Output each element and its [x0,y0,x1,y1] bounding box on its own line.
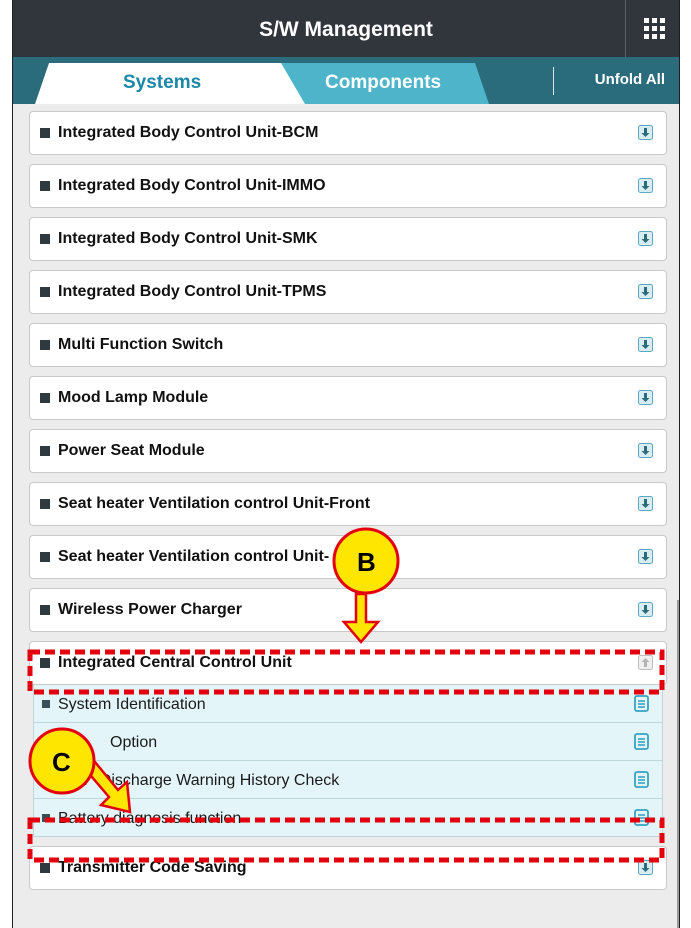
list-item-label: Wireless Power Charger [58,601,242,618]
grid-icon[interactable] [644,18,665,39]
list-item-label: Multi Function Switch [58,336,224,353]
bullet-icon [40,393,50,403]
bullet-icon [40,234,50,244]
list-item-label: Integrated Body Control Unit-IMMO [58,177,326,194]
sub-item[interactable]: Batt Discharge Warning History Check [33,761,663,799]
list-item[interactable]: Integrated Body Control Unit-IMMO [29,164,667,208]
list-item[interactable]: Integrated Body Control Unit-SMK [29,217,667,261]
document-icon[interactable] [634,695,649,712]
list-item-label: Mood Lamp Module [58,389,209,406]
list-item-label: Integrated Body Control Unit-TPMS [58,283,327,300]
sub-item-label: Option [110,734,158,751]
download-icon[interactable] [638,602,653,617]
tab-components[interactable]: Components [325,72,441,94]
download-icon[interactable] [638,443,653,458]
list-item-label: Integrated Central Control Unit [58,654,292,671]
sub-item-label: Batt Discharge Warning History Check [58,772,340,789]
sub-list: System Identification Option Batt Discha… [29,685,667,837]
bullet-icon [42,700,50,708]
download-icon[interactable] [638,125,653,140]
list-item-label: Transmitter Code Saving [58,859,247,876]
document-icon[interactable] [634,809,649,826]
document-icon[interactable] [634,733,649,750]
document-icon[interactable] [634,771,649,788]
app-frame: S/W Management Systems Components Unfold… [12,0,680,928]
list-item[interactable]: Mood Lamp Module [29,376,667,420]
sub-item[interactable]: System Identification [33,685,663,723]
download-icon[interactable] [638,390,653,405]
download-icon[interactable] [638,496,653,511]
list-item[interactable]: Power Seat Module [29,429,667,473]
collapse-icon[interactable] [638,655,653,670]
bullet-icon [40,128,50,138]
tab-bar: Systems Components Unfold All [13,57,679,104]
bullet-icon [40,181,50,191]
bullet-icon [40,446,50,456]
list-item[interactable]: Transmitter Code Saving [29,846,667,890]
list-item-expanded[interactable]: Integrated Central Control Unit [29,641,667,685]
top-header: S/W Management [13,0,679,57]
tab-systems[interactable]: Systems [123,72,201,94]
list-item-label: Integrated Body Control Unit-SMK [58,230,318,247]
header-divider [625,0,626,57]
sub-item-label: System Identification [58,696,206,713]
list-item-label: Seat heater Ventilation control Unit- [58,548,330,565]
bullet-icon [42,814,50,822]
bullet-icon [40,287,50,297]
unfold-all-button[interactable]: Unfold All [595,71,665,88]
list-item[interactable]: Multi Function Switch [29,323,667,367]
download-icon[interactable] [638,231,653,246]
list-item[interactable]: Integrated Body Control Unit-TPMS [29,270,667,314]
list-item[interactable]: Seat heater Ventilation control Unit-Fro… [29,482,667,526]
scrollbar[interactable] [677,600,679,928]
systems-list: Integrated Body Control Unit-BCM Integra… [29,111,667,899]
list-item[interactable]: Integrated Body Control Unit-BCM [29,111,667,155]
download-icon[interactable] [638,337,653,352]
bullet-icon [40,863,50,873]
bullet-icon [40,340,50,350]
bullet-icon [42,738,50,746]
sub-item-label: Battery diagnosis function [58,810,242,827]
bullet-icon [40,499,50,509]
list-item-label: Power Seat Module [58,442,205,459]
unfold-divider [553,67,554,95]
list-item[interactable]: Wireless Power Charger [29,588,667,632]
bullet-icon [42,776,50,784]
bullet-icon [40,605,50,615]
bullet-icon [40,552,50,562]
callout-c-label: C [52,747,71,777]
download-icon[interactable] [638,178,653,193]
bullet-icon [40,658,50,668]
callout-b-label: B [357,547,376,577]
list-item-label: Seat heater Ventilation control Unit-Fro… [58,495,371,512]
download-icon[interactable] [638,860,653,875]
download-icon[interactable] [638,284,653,299]
list-item-label: Integrated Body Control Unit-BCM [58,124,319,141]
list-item[interactable]: Seat heater Ventilation control Unit- [29,535,667,579]
page-title: S/W Management [259,18,433,41]
sub-item[interactable]: Battery diagnosis function [33,799,663,837]
sub-item[interactable]: Option [33,723,663,761]
download-icon[interactable] [638,549,653,564]
